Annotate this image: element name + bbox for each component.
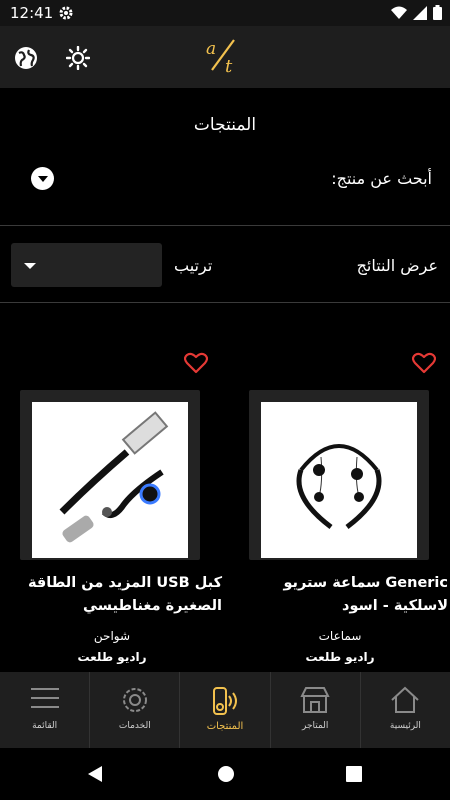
back-icon[interactable] [86,765,104,787]
page-title: المنتجات [193,115,257,135]
theme-toggle-icon[interactable] [65,45,91,74]
product-card[interactable] [20,390,200,560]
nav-item-services[interactable]: الخدمات [89,672,179,748]
nav-item-label: المنتجات [206,721,244,732]
status-time: 12:41 [10,4,54,22]
app-logo: at [200,36,248,80]
search-label: أبحث عن منتج: [331,169,432,188]
divider [0,302,450,303]
nav-item-menu[interactable]: القائمة [0,672,89,748]
search-expand-button[interactable] [31,167,54,190]
product-name[interactable]: كبل USB المزيد من الطاقة الصغيرة مغناطيس… [0,572,222,618]
product-store: راديو طلعت [305,650,375,664]
battery-icon [433,5,442,24]
products-icon [208,686,242,720]
product-card[interactable] [249,390,429,560]
svg-text:t: t [225,56,233,76]
settings-status-icon [58,5,74,25]
services-icon [121,686,149,718]
nav-item-label: الخدمات [118,721,151,731]
results-label: عرض النتائج [356,256,438,275]
svg-text:a: a [206,39,216,59]
favorite-heart-icon[interactable] [411,352,437,378]
nav-item-label: القائمة [32,721,58,731]
bottom-navigation: القائمة الخدمات المنتجات المتاجر الرئيسي… [0,672,450,748]
nav-item-label: المتاجر [301,721,329,731]
store-icon [300,686,330,718]
product-image-magnetic-cable [32,402,188,558]
nav-item-label: الرئيسية [389,721,421,731]
signal-icon [413,5,427,24]
divider [0,225,450,226]
language-globe-icon[interactable] [14,46,38,74]
wifi-icon [391,5,407,24]
system-navigation-bar [0,748,450,800]
product-store: راديو طلعت [77,650,147,664]
recents-icon[interactable] [346,766,362,786]
sort-select[interactable] [11,243,162,287]
status-bar: 12:41 [0,0,450,26]
nav-item-products[interactable]: المنتجات [179,672,269,748]
sort-label: ترتيب [174,256,213,275]
home-button-icon[interactable] [217,765,235,787]
product-category: شواحن [93,629,131,643]
favorite-heart-icon[interactable] [183,352,209,378]
product-category: سماعات [318,629,362,643]
product-image-headphones [261,402,417,558]
home-icon [390,686,420,718]
nav-item-home[interactable]: الرئيسية [359,672,450,748]
menu-icon [30,686,59,714]
app-bar: at [0,26,450,88]
product-name[interactable]: Generic سماعة ستريو لاسلكية - اسود [248,572,448,618]
nav-item-stores[interactable]: المتاجر [269,672,360,748]
